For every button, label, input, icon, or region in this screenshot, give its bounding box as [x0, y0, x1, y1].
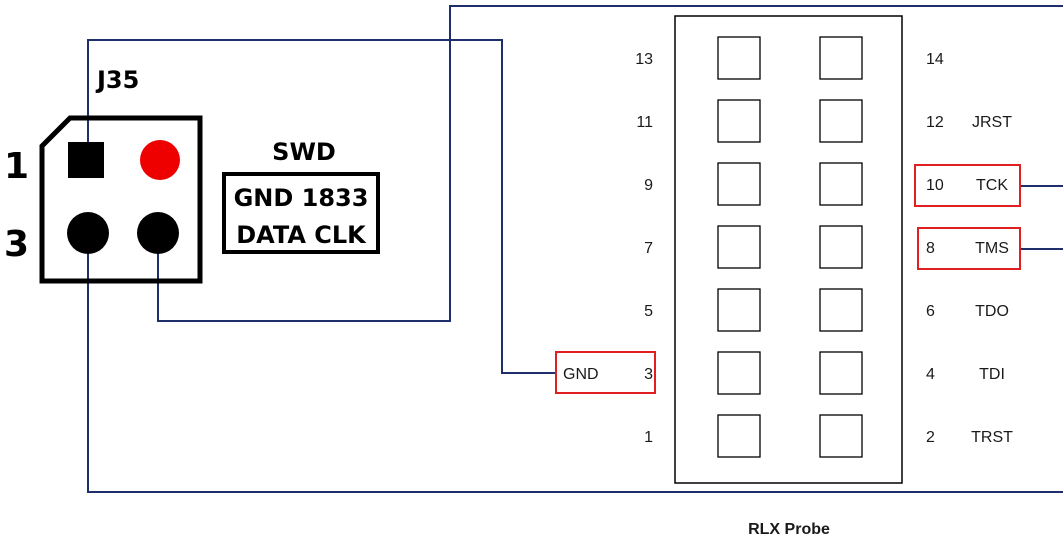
signal-label-tdi: TDI	[979, 366, 1005, 383]
probe-pin-1	[717, 414, 761, 458]
pin-number-12: 12	[926, 114, 944, 131]
pin-number-8: 8	[926, 240, 935, 257]
j35-connector: J35 1 3	[4, 66, 203, 284]
signal-label-tck: TCK	[976, 177, 1008, 194]
probe-pin-3	[717, 351, 761, 395]
pin-label-1: 1	[4, 146, 29, 187]
probe-pin-14	[819, 36, 863, 80]
pin-number-1: 1	[644, 429, 653, 446]
probe-pin-4	[819, 351, 863, 395]
signal-label-trst: TRST	[971, 429, 1013, 446]
swd-silkscreen: SWD GND 1833 DATA CLK	[222, 138, 380, 254]
probe-pin-6	[819, 288, 863, 332]
j35-label: J35	[95, 66, 139, 94]
pin-number-13: 13	[635, 51, 653, 68]
pin-label-3: 3	[4, 224, 29, 265]
swd-line-2: DATA CLK	[236, 221, 367, 249]
pin-1-square	[68, 142, 104, 178]
signal-label-tdo: TDO	[975, 303, 1009, 320]
signal-label-gnd: GND	[563, 366, 599, 383]
swd-line-1: GND 1833	[234, 184, 369, 212]
probe-pin-13	[717, 36, 761, 80]
wire-clk-tck	[87, 233, 1063, 493]
pin-number-10: 10	[926, 177, 944, 194]
probe-pin-7	[717, 225, 761, 269]
pin-number-9: 9	[644, 177, 653, 194]
signal-label-jrst: JRST	[972, 114, 1012, 131]
probe-pin-2	[819, 414, 863, 458]
rlx-probe: 13 1411 12 JRST9 10 TCK7 8 TMS5 6 TDO3GND 4 TDI1 2 TR…	[555, 15, 1021, 538]
pin-number-2: 2	[926, 429, 935, 446]
pin-2-vcc	[140, 140, 180, 180]
pin-number-4: 4	[926, 366, 935, 383]
pin-number-14: 14	[926, 51, 944, 68]
pin-number-5: 5	[644, 303, 653, 320]
pin-3	[67, 212, 109, 254]
pin-number-6: 6	[926, 303, 935, 320]
j35-outline	[39, 115, 203, 284]
probe-pin-11	[717, 99, 761, 143]
pin-number-3: 3	[644, 366, 653, 383]
probe-pin-12	[819, 99, 863, 143]
probe-pin-8	[819, 225, 863, 269]
pin-number-7: 7	[644, 240, 653, 257]
wires	[87, 5, 1063, 493]
pin-4	[137, 212, 179, 254]
probe-pin-9	[717, 162, 761, 206]
signal-label-tms: TMS	[975, 240, 1009, 257]
probe-title: RLX Probe	[748, 521, 830, 538]
swd-title: SWD	[272, 138, 336, 166]
probe-body	[674, 15, 903, 484]
probe-pin-10	[819, 162, 863, 206]
probe-pin-5	[717, 288, 761, 332]
pin-number-11: 11	[636, 114, 653, 131]
wiring-diagram: J35 1 3 SWD GND 1833 DATA CLK 13 1411 12 JR…	[4, 5, 1063, 538]
